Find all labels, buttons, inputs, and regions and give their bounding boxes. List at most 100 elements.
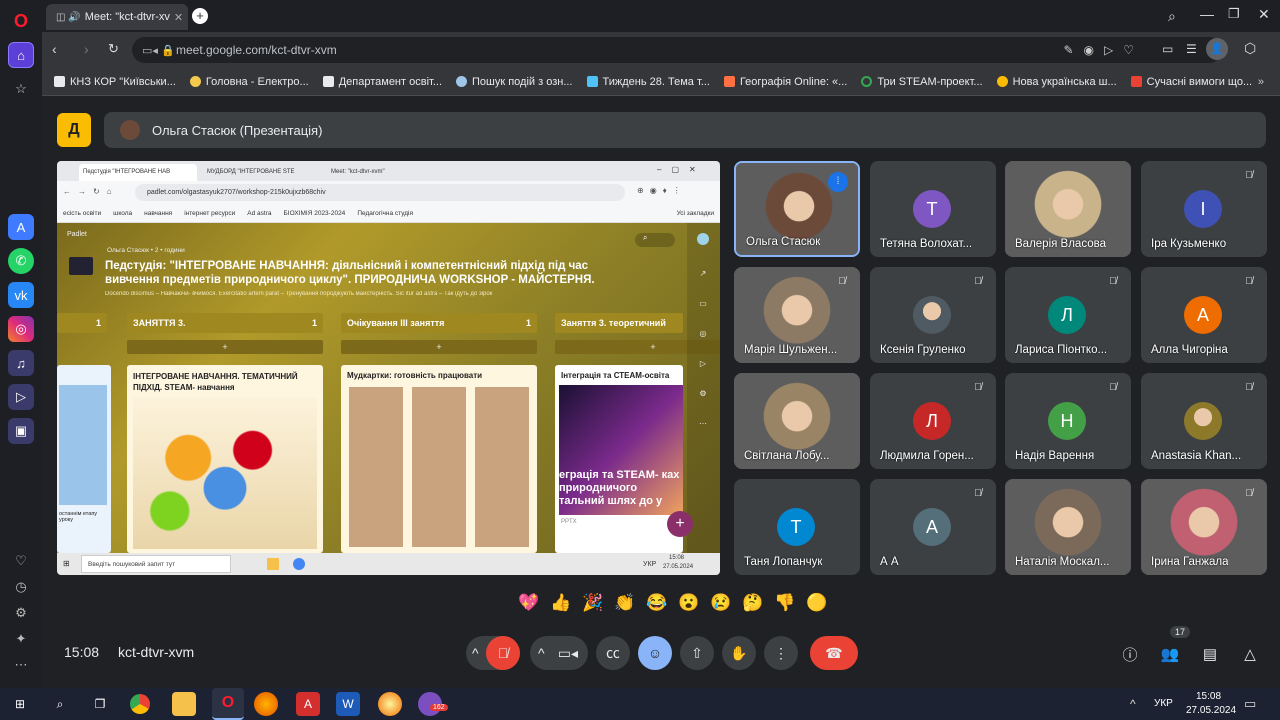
reaction-skin-tone-icon[interactable]: 🟡 [804, 590, 830, 616]
reaction-party-icon[interactable]: 🎉 [580, 590, 606, 616]
tray-lang[interactable]: УКР [1154, 698, 1173, 709]
player-icon[interactable]: ▷ [8, 384, 34, 410]
participant-tile[interactable]: Наталія Москал... [1005, 479, 1131, 575]
participant-tile[interactable]: Н Надія Варення 🎙̸ [1005, 373, 1131, 469]
chevron-up-icon[interactable]: ^ [538, 645, 545, 661]
bookmark-item[interactable]: Сучасні вимоги що... [1130, 76, 1252, 88]
chrome-icon[interactable] [130, 694, 150, 714]
add-post-button[interactable]: + [127, 340, 323, 354]
windows-search-icon[interactable]: ⌕ [48, 692, 72, 716]
more-icon[interactable]: ⋯ [8, 652, 34, 678]
word-icon[interactable]: W [336, 692, 360, 716]
bookmark-item[interactable]: Головна - Електро... [189, 76, 309, 88]
participant-tile[interactable]: Ірина Ганжала 🎙̸ [1141, 479, 1267, 575]
forward-icon[interactable]: › [84, 41, 89, 57]
instagram-icon[interactable]: ◎ [8, 316, 34, 342]
reaction-laugh-icon[interactable]: 😂 [644, 590, 670, 616]
reaction-clap-icon[interactable]: 👏 [612, 590, 638, 616]
bookmark-item[interactable]: Нова українська ш... [996, 76, 1117, 88]
settings-icon[interactable]: ⚙ [8, 600, 34, 626]
mic-off-icon[interactable]: 🎙̸ [486, 636, 520, 670]
extensions-icon[interactable]: ⬡ [1244, 40, 1256, 57]
tray-chevron-icon[interactable]: ^ [1130, 697, 1136, 711]
audio-icon[interactable]: ◫ 🔊 [56, 12, 81, 23]
acrobat-icon[interactable]: A [296, 692, 320, 716]
emoji-button[interactable]: ☺ [638, 636, 672, 670]
url-actions-icon[interactable]: ✎◉▷♡ [1063, 43, 1144, 57]
home-icon[interactable]: ⌂ [8, 42, 34, 68]
reaction-thumbs-down-icon[interactable]: 👎 [772, 590, 798, 616]
mic-options-button[interactable]: ^ 🎙̸ [466, 636, 520, 670]
add-post-button[interactable]: + [341, 340, 537, 354]
minimize-button[interactable]: — [1200, 6, 1214, 22]
people-button[interactable]: 👥 17 [1156, 626, 1191, 668]
close-window-button[interactable]: ✕ [1258, 6, 1270, 23]
padlet-rail-icons[interactable]: ↗ ▭ ◎ ▷ ⚙ ⋯ [697, 259, 709, 439]
participant-tile[interactable]: Валерія Власова [1005, 161, 1131, 257]
whatsapp-icon[interactable]: ✆ [8, 248, 34, 274]
reaction-sad-icon[interactable]: 😢 [708, 590, 734, 616]
battery-icon[interactable]: ▭ [1162, 42, 1173, 56]
windows-start-icon[interactable]: ⊞ [8, 692, 32, 716]
profile-icon[interactable]: 👤 [1206, 38, 1228, 60]
reload-icon[interactable]: ↻ [108, 41, 119, 57]
padlet-card[interactable]: ІНТЕГРОВАНЕ НАВЧАННЯ. ТЕМАТИЧНИЙ ПІДХІД.… [127, 365, 323, 553]
tab-meet[interactable]: ◫ 🔊 Meet: "kct-dtvr-xv ✕ [46, 4, 188, 30]
participant-tile[interactable]: Ксенія Груленко 🎙̸ [870, 267, 996, 363]
restore-button[interactable]: ❐ [1228, 6, 1240, 22]
vk-icon[interactable]: vk [8, 282, 34, 308]
chevron-up-icon[interactable]: ^ [472, 645, 479, 661]
bookmark-item[interactable]: КНЗ КОР "Київськи... [54, 76, 176, 88]
bookmark-item[interactable]: Департамент освіт... [322, 76, 442, 88]
participant-tile[interactable]: А Алла Чигоріна 🎙̸ [1141, 267, 1267, 363]
opera-taskbar-icon[interactable]: O [212, 688, 244, 720]
chat-button[interactable]: ▤ [1196, 640, 1224, 668]
viber-icon[interactable]: 162 [418, 692, 448, 716]
padlet-card[interactable]: Мудкартки: готовність працювати [341, 365, 537, 553]
participant-tile[interactable]: Ольга Стасюк ⁞ [734, 161, 860, 257]
participant-tile[interactable]: Марія Шульжен... 🎙̸ [734, 267, 860, 363]
participant-tile[interactable]: Anastasia Khan... 🎙̸ [1141, 373, 1267, 469]
reaction-thumbs-up-icon[interactable]: 👍 [548, 590, 574, 616]
notifications-icon[interactable]: ▭ [1244, 696, 1256, 712]
padlet-avatar-icon[interactable] [697, 233, 709, 245]
participant-tile[interactable]: А А А 🎙̸ [870, 479, 996, 575]
padlet-search-icon[interactable]: ⌕ [635, 233, 675, 247]
padlet-card[interactable]: Інтеграція та СТЕАМ-освіта еграція та ST… [555, 365, 683, 553]
new-tab-button[interactable]: + [192, 8, 208, 24]
more-options-button[interactable]: ⋮ [764, 636, 798, 670]
camera-icon[interactable]: ▭◂ [558, 645, 578, 662]
meeting-info-button[interactable]: ⓘ [1116, 640, 1144, 668]
file-explorer-icon[interactable] [172, 692, 196, 716]
task-view-icon[interactable]: ❐ [88, 692, 112, 716]
reaction-heart-icon[interactable]: 💖 [516, 590, 542, 616]
tray-date[interactable]: 27.05.2024 [1186, 705, 1236, 716]
participant-tile[interactable]: Л Людмила Горен... 🎙̸ [870, 373, 996, 469]
bookmark-item[interactable]: Пошук подій з озн... [456, 76, 573, 88]
wallet-icon[interactable]: ▣ [8, 418, 34, 444]
reaction-thinking-icon[interactable]: 🤔 [740, 590, 766, 616]
participant-tile[interactable]: Т Тетяна Волохат... [870, 161, 996, 257]
reaction-surprised-icon[interactable]: 😮 [676, 590, 702, 616]
leave-call-button[interactable]: ☎ [810, 636, 858, 670]
participant-tile[interactable]: Світлана Лобу... [734, 373, 860, 469]
tips-icon[interactable]: ✦ [8, 626, 34, 652]
opera-logo-icon[interactable]: O [8, 8, 34, 34]
bookmark-item[interactable]: Тиждень 28. Тема т... [586, 76, 710, 88]
back-icon[interactable]: ‹ [52, 41, 57, 57]
firefox-icon[interactable] [254, 692, 278, 716]
easy-setup-icon[interactable]: ☰ [1186, 42, 1197, 56]
bookmark-item[interactable]: Три STEAM-проект... [861, 76, 983, 88]
music-icon[interactable]: ♫ [8, 350, 34, 376]
app-icon[interactable] [378, 692, 402, 716]
tray-time[interactable]: 15:08 [1196, 691, 1221, 702]
padlet-card[interactable]: останнім етапу уроку [57, 365, 111, 553]
search-tabs-icon[interactable]: ⌕ [1168, 8, 1176, 25]
history-icon[interactable]: ◷ [8, 574, 34, 600]
star-icon[interactable]: ☆ [8, 76, 34, 102]
heart-icon[interactable]: ♡ [8, 548, 34, 574]
camera-site-icon[interactable]: ▭◂ 🔒 [142, 44, 175, 57]
participant-tile[interactable]: І Іра Кузьменко 🎙̸ [1141, 161, 1267, 257]
bookmark-item[interactable]: Географія Online: «... [723, 76, 847, 88]
raise-hand-button[interactable]: ✋ [722, 636, 756, 670]
